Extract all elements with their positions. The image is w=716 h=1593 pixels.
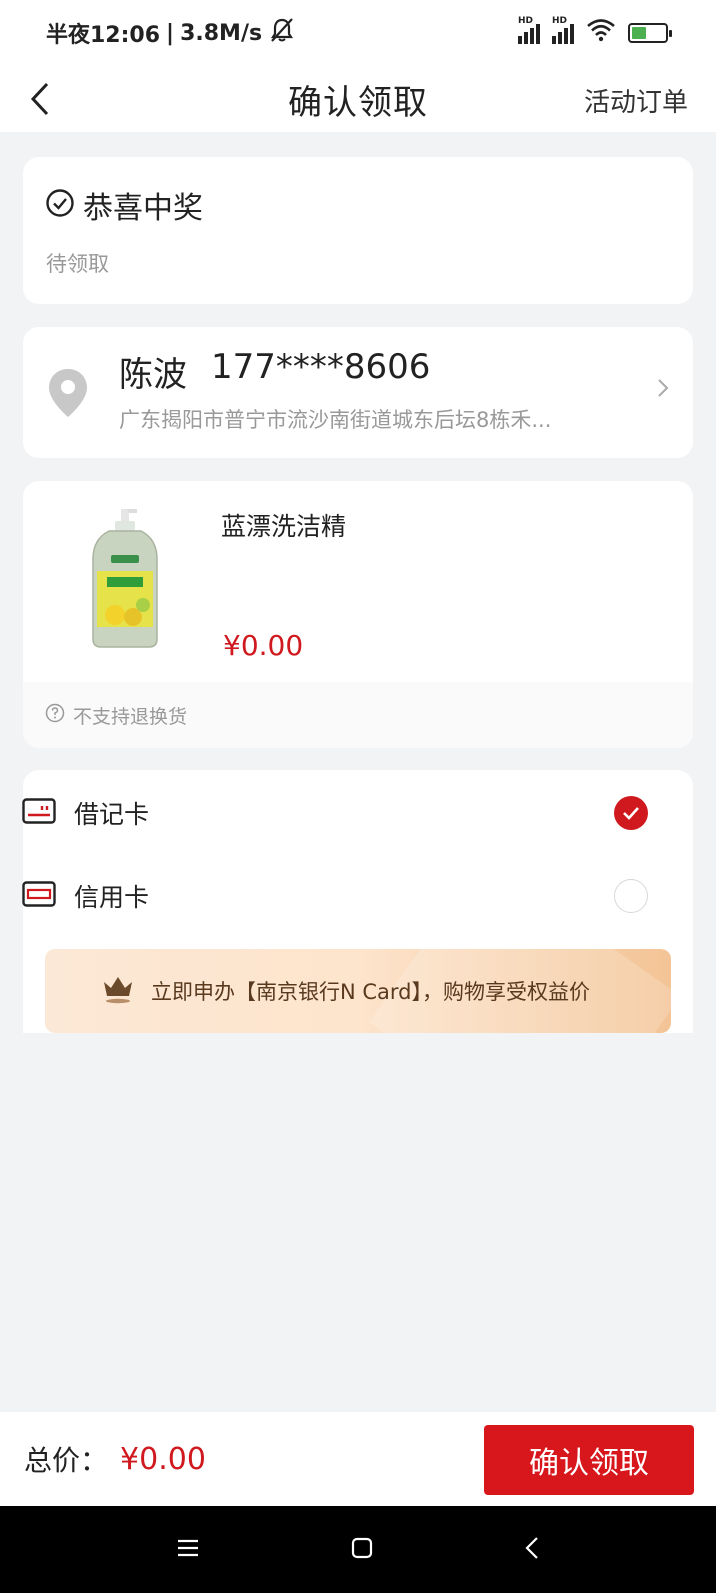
recipient-line: 陈波 177****8606 [119, 347, 430, 396]
status-bar: 半夜12:06 | 3.8M/s HD HD [0, 0, 716, 66]
check-circle-icon [45, 188, 75, 222]
credit-card-icon [22, 881, 56, 911]
product-card: 蓝漂洗洁精 ¥0.00 不支持退换货 [23, 481, 693, 748]
recipient-phone: 177****8606 [211, 347, 431, 387]
status-time: 半夜12:06 [46, 23, 161, 48]
return-policy: 不支持退换货 [73, 705, 188, 728]
radio-unchecked-icon[interactable] [614, 879, 648, 913]
confirm-claim-button[interactable]: 确认领取 [484, 1425, 694, 1495]
mute-bell-icon [268, 17, 296, 49]
battery-icon [628, 23, 672, 43]
bank-card-promo-banner[interactable]: 立即申办【南京银行N Card】，购物享受权益价 [45, 949, 671, 1033]
network-speed: 3.8M/s [180, 20, 263, 46]
status-separator: | [166, 20, 175, 46]
payment-label-credit: 信用卡 [74, 883, 150, 912]
back-nav-icon[interactable] [524, 1535, 540, 1565]
status-row: 恭喜中奖 [45, 183, 203, 227]
wifi-icon [586, 18, 616, 48]
signal-icon: HD [518, 16, 540, 44]
payment-option-debit[interactable]: 借记卡 [22, 783, 648, 843]
signal-icon-2: HD [552, 16, 574, 44]
address-card[interactable]: 陈波 177****8606 广东揭阳市普宁市流沙南街道城东后坛8栋禾... [23, 327, 693, 458]
status-title: 恭喜中奖 [83, 191, 203, 226]
crown-icon [101, 974, 135, 1008]
total-price: ¥0.00 [120, 1441, 206, 1477]
back-button[interactable] [20, 78, 60, 120]
status-right: HD HD [518, 16, 672, 48]
card-icon [22, 798, 56, 828]
menu-icon[interactable] [176, 1538, 200, 1562]
product-image [67, 509, 197, 649]
question-circle-icon[interactable] [45, 703, 65, 727]
page-title: 确认领取 [288, 82, 428, 123]
signal-hd-label-2: HD [552, 16, 568, 26]
radio-checked-icon[interactable] [614, 796, 648, 830]
bottom-bar: 总价： ¥0.00 确认领取 [0, 1412, 716, 1506]
product-footer: 不支持退换货 [23, 682, 693, 748]
signal-hd-label: HD [518, 16, 534, 26]
address-detail: 广东揭阳市普宁市流沙南街道城东后坛8栋禾... [119, 408, 552, 432]
order-status-card: 恭喜中奖 待领取 [23, 157, 693, 304]
status-pending: 待领取 [46, 252, 109, 276]
location-pin-icon [47, 367, 89, 423]
chevron-left-icon [30, 82, 49, 116]
payment-option-credit[interactable]: 信用卡 [22, 866, 648, 926]
product-price: ¥0.00 [223, 629, 304, 662]
chevron-right-icon [657, 377, 669, 403]
home-icon[interactable] [350, 1536, 374, 1564]
product-name: 蓝漂洗洁精 [221, 512, 347, 541]
promo-text: 立即申办【南京银行N Card】，购物享受权益价 [151, 980, 591, 1004]
recipient-name: 陈波 [119, 355, 187, 395]
system-nav-bar [0, 1506, 716, 1593]
activity-orders-link[interactable]: 活动订单 [584, 82, 688, 119]
status-left: 半夜12:06 | 3.8M/s [46, 17, 296, 49]
payment-label-debit: 借记卡 [74, 800, 150, 829]
nav-bar: 确认领取 活动订单 [0, 66, 716, 132]
total-label: 总价： [24, 1444, 109, 1477]
